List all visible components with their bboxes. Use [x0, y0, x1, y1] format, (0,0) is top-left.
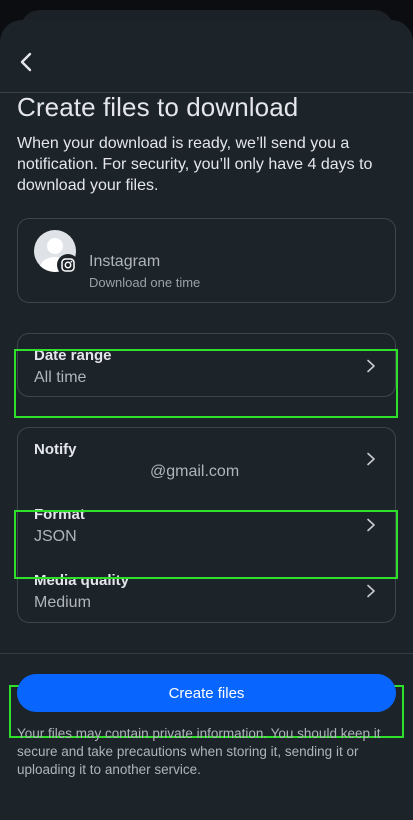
- format-row[interactable]: Format JSON: [18, 494, 395, 558]
- account-card: Instagram Download one time: [17, 218, 396, 303]
- notify-title: Notify: [34, 441, 77, 458]
- account-name: Instagram: [89, 253, 161, 270]
- chevron-left-icon: [20, 52, 32, 72]
- notify-value: @gmail.com: [150, 463, 240, 480]
- instagram-icon: [61, 258, 75, 272]
- page-description: When your download is ready, we’ll send …: [17, 135, 373, 194]
- notify-row[interactable]: Notify @gmail.com: [18, 428, 395, 492]
- date-range-value: All time: [34, 369, 87, 386]
- date-range-card[interactable]: Date range All time: [17, 333, 396, 397]
- chevron-right-icon: [367, 359, 375, 373]
- page-title: Create files to download: [17, 92, 299, 122]
- chevron-right-icon: [367, 452, 375, 466]
- back-button[interactable]: [10, 46, 42, 78]
- format-title: Format: [34, 506, 85, 523]
- format-value: JSON: [34, 528, 77, 545]
- top-bar: [0, 20, 413, 93]
- date-range-title: Date range: [34, 347, 112, 364]
- chevron-right-icon: [367, 518, 375, 532]
- create-files-button[interactable]: Create files: [17, 674, 396, 712]
- media-quality-title: Media quality: [34, 572, 130, 589]
- privacy-note: Your files may contain private informati…: [17, 726, 381, 777]
- instagram-badge: [57, 254, 79, 276]
- bottom-divider: [0, 653, 413, 654]
- media-quality-row[interactable]: Media quality Medium: [18, 560, 395, 622]
- media-quality-value: Medium: [34, 594, 91, 611]
- account-subtitle: Download one time: [89, 275, 201, 290]
- chevron-right-icon: [367, 584, 375, 598]
- settings-card: Notify @gmail.com Format JSON Media qual…: [17, 427, 396, 623]
